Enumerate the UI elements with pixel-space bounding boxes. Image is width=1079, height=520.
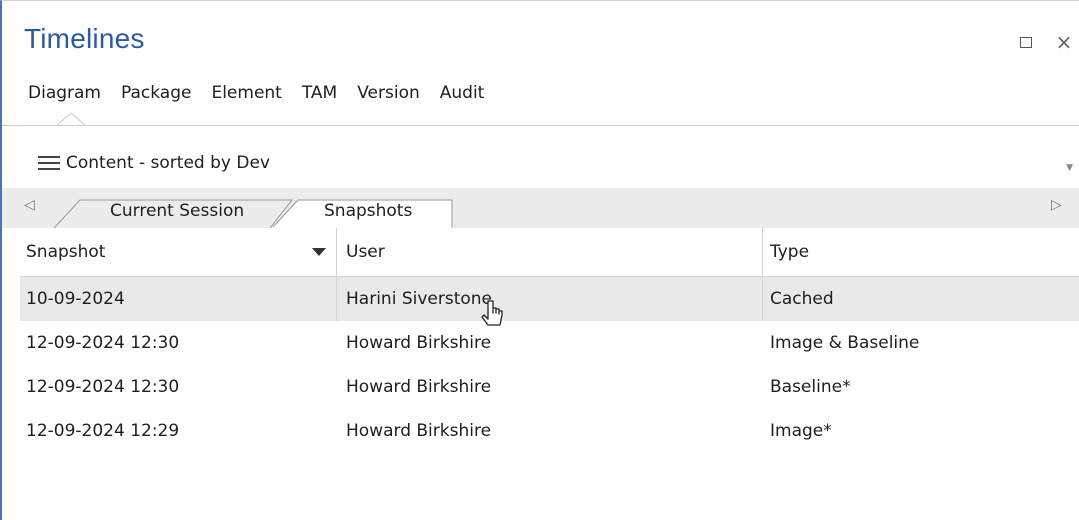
table-row[interactable]: 12-09-2024 12:29 Howard Birkshire Image* [20, 409, 1079, 453]
column-header-snapshot[interactable]: Snapshot [26, 242, 105, 262]
content-filter-label: Content - sorted by Dev [66, 153, 270, 173]
menu-item-version[interactable]: Version [357, 83, 420, 103]
cell-type: Cached [770, 289, 834, 309]
column-divider[interactable] [762, 228, 763, 276]
hamburger-icon [38, 156, 60, 170]
column-divider[interactable] [336, 228, 337, 276]
restore-button[interactable] [1017, 33, 1035, 51]
window-title: Timelines [24, 23, 145, 54]
menu-item-tam[interactable]: TAM [302, 83, 337, 103]
tab-scroll-right-icon[interactable]: ▷ [1051, 197, 1062, 213]
tab-current-session[interactable]: Current Session [110, 201, 244, 221]
active-menu-indicator [57, 112, 85, 126]
menu-item-element[interactable]: Element [211, 83, 281, 103]
cell-user: Howard Birkshire [346, 333, 492, 353]
mouse-pointer-icon [481, 300, 503, 326]
table-header: Snapshot User Type [20, 228, 1079, 277]
cell-snapshot: 12-09-2024 12:29 [26, 421, 180, 441]
content-filter-button[interactable]: Content - sorted by Dev [38, 153, 270, 173]
table-row[interactable]: 12-09-2024 12:30 Howard Birkshire Baseli… [20, 365, 1079, 409]
view-menu: Diagram Package Element TAM Version Audi… [28, 83, 504, 103]
tab-snapshots[interactable]: Snapshots [324, 201, 412, 221]
cell-user: Harini Siverstone [346, 289, 492, 309]
menu-item-audit[interactable]: Audit [440, 83, 485, 103]
restore-icon [1020, 36, 1032, 48]
menu-divider [2, 125, 1079, 126]
column-header-user[interactable]: User [346, 242, 385, 262]
cell-user: Howard Birkshire [346, 421, 492, 441]
close-icon: × [1055, 30, 1073, 54]
column-divider [336, 277, 337, 321]
column-divider [762, 277, 763, 321]
menu-item-package[interactable]: Package [121, 83, 191, 103]
snapshots-table: Snapshot User Type 10-09-2024 Harini Siv… [20, 228, 1079, 453]
table-row[interactable]: 12-09-2024 12:30 Howard Birkshire Image … [20, 321, 1079, 365]
cell-type: Baseline* [770, 377, 851, 397]
sort-descending-icon[interactable] [312, 248, 326, 256]
column-header-type[interactable]: Type [770, 242, 809, 262]
timelines-window: Timelines × Diagram Package Element TAM … [0, 0, 1079, 520]
tab-scroll-left-icon[interactable]: ◁ [24, 197, 35, 213]
cell-snapshot: 12-09-2024 12:30 [26, 377, 180, 397]
cell-snapshot: 12-09-2024 12:30 [26, 333, 180, 353]
cell-user: Howard Birkshire [346, 377, 492, 397]
cell-type: Image & Baseline [770, 333, 920, 353]
cell-snapshot: 10-09-2024 [26, 289, 125, 309]
close-button[interactable]: × [1055, 30, 1073, 54]
table-row[interactable]: 10-09-2024 Harini Siverstone Cached [20, 277, 1079, 321]
cell-type: Image* [770, 421, 832, 441]
menu-item-diagram[interactable]: Diagram [28, 83, 101, 103]
chevron-down-icon[interactable]: ▼ [1066, 163, 1073, 173]
